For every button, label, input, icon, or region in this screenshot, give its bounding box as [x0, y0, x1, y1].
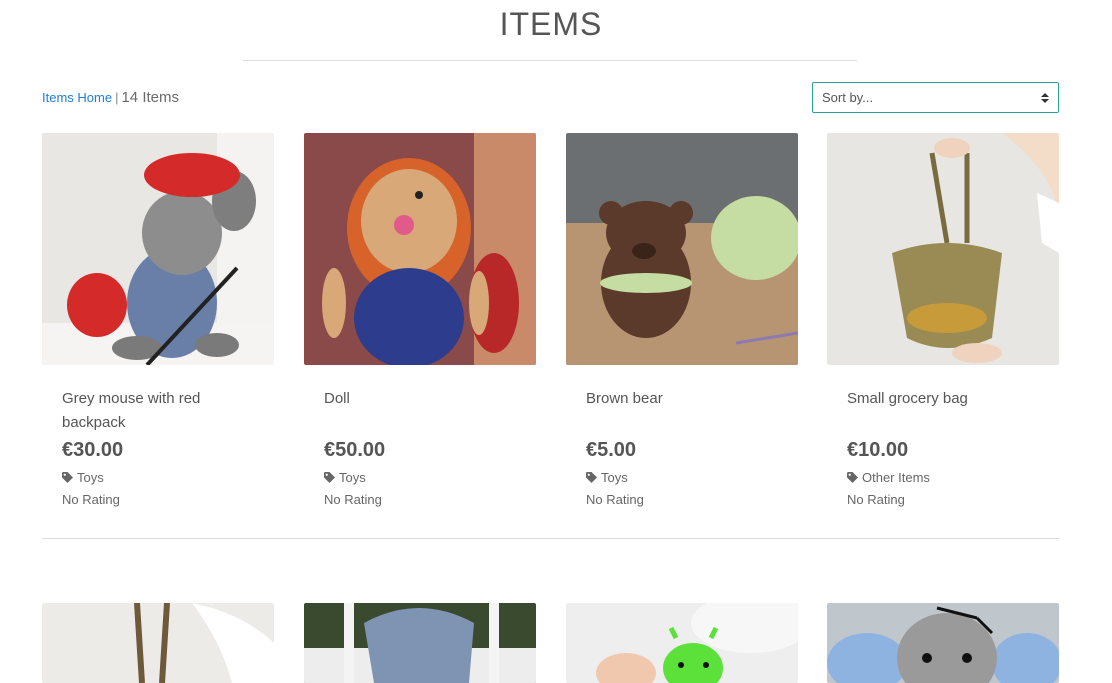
sort-select[interactable]: Sort by... [812, 82, 1059, 113]
sort-caret-icon [1041, 92, 1049, 103]
product-rating: No Rating [847, 492, 905, 507]
page-title: ITEMS [499, 6, 603, 42]
toolbar: Items Home | 14 Items Sort by... [42, 82, 1059, 114]
product-price: €30.00 [62, 439, 124, 461]
product-category[interactable]: Toys [324, 470, 516, 485]
items-home-link[interactable]: Items Home [42, 90, 112, 105]
product-image[interactable] [42, 133, 274, 365]
product-price: €5.00 [586, 439, 637, 461]
tag-icon [586, 472, 597, 483]
breadcrumb-separator: | [115, 90, 119, 105]
title-divider [243, 60, 857, 61]
product-card[interactable]: Small grocery bag €10.00 Other Items No … [827, 133, 1059, 507]
product-price: €10.00 [847, 439, 909, 461]
product-name[interactable]: Grey mouse with red backpack [62, 387, 254, 435]
product-image[interactable] [304, 603, 536, 683]
product-name[interactable]: Doll [324, 387, 516, 435]
product-price: €50.00 [324, 439, 386, 461]
tag-icon [324, 472, 335, 483]
row-divider [42, 538, 1059, 539]
tag-icon [847, 472, 858, 483]
product-image[interactable] [566, 603, 798, 683]
product-category[interactable]: Other Items [847, 470, 1039, 485]
product-image[interactable] [304, 133, 536, 365]
product-card[interactable]: Grey mouse with red backpack €30.00 Toys… [42, 133, 274, 507]
product-category[interactable]: Toys [586, 470, 778, 485]
product-rating: No Rating [62, 492, 120, 507]
product-rating: No Rating [586, 492, 644, 507]
product-card[interactable]: Doll €50.00 Toys No Rating [304, 133, 536, 507]
product-image[interactable] [827, 603, 1059, 683]
product-category-label: Toys [77, 470, 104, 485]
product-category-label: Toys [339, 470, 366, 485]
breadcrumb: Items Home | 14 Items [42, 89, 179, 106]
product-name[interactable]: Small grocery bag [847, 387, 1039, 435]
product-card[interactable]: Brown bear €5.00 Toys No Rating [566, 133, 798, 507]
product-category-label: Toys [601, 470, 628, 485]
tag-icon [62, 472, 73, 483]
item-count: 14 Items [121, 89, 179, 106]
product-image[interactable] [566, 133, 798, 365]
product-rating: No Rating [324, 492, 382, 507]
product-category-label: Other Items [862, 470, 930, 485]
product-category[interactable]: Toys [62, 470, 254, 485]
product-name[interactable]: Brown bear [586, 387, 778, 435]
sort-select-label: Sort by... [822, 90, 874, 105]
product-image[interactable] [42, 603, 274, 683]
product-image[interactable] [827, 133, 1059, 365]
